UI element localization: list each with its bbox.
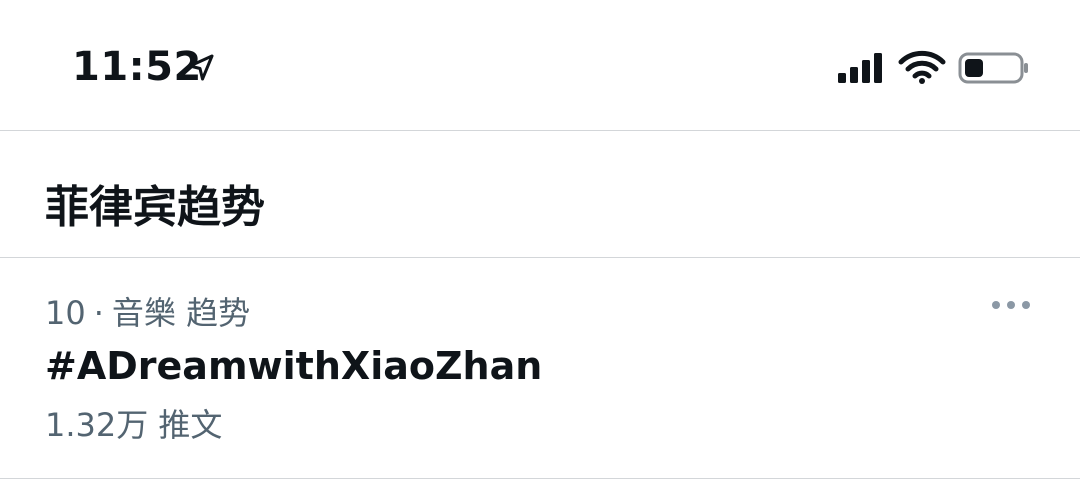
trend-category: 音樂 趋势 [111, 294, 251, 332]
trend-rank: 10 [45, 294, 86, 332]
battery-icon [958, 52, 1028, 84]
status-bar: 11:52 [0, 0, 1080, 131]
trend-meta: 10 · 音樂 趋势 [45, 288, 250, 334]
trend-list-item[interactable]: 10 · 音樂 趋势 #ADreamwithXiaoZhan 1.32万 推文 [0, 258, 1080, 479]
more-options-button[interactable] [986, 290, 1036, 320]
wifi-icon [898, 50, 946, 84]
status-time: 11:52 [72, 44, 202, 90]
trend-hashtag[interactable]: #ADreamwithXiaoZhan [45, 344, 542, 388]
trend-meta-separator: · [93, 294, 104, 332]
trends-header: 菲律宾趋势 [0, 131, 1080, 258]
cellular-signal-icon [838, 53, 882, 83]
more-horizontal-icon [992, 301, 1030, 309]
page-title: 菲律宾趋势 [45, 182, 265, 233]
location-arrow-icon [188, 54, 214, 81]
trend-tweet-count: 1.32万 推文 [45, 406, 223, 444]
